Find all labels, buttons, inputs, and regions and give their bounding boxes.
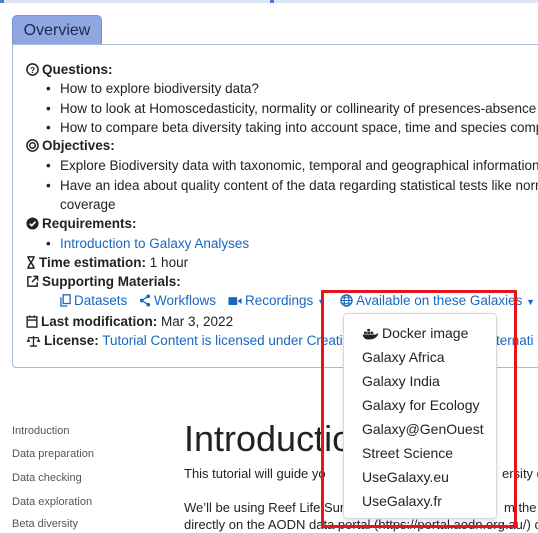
last-mod-value: Mar 3, 2022 <box>161 314 234 329</box>
objectives-heading: Objectives: <box>26 137 115 157</box>
last-modification: Last modification: Mar 3, 2022 <box>26 313 233 333</box>
requirements-heading: Requirements: <box>26 215 137 235</box>
overview-tab: Overview <box>12 15 102 44</box>
share-icon <box>139 294 151 312</box>
license-link[interactable]: Tutorial Content is licensed under Creat… <box>102 333 357 348</box>
balance-scale-icon <box>26 334 41 352</box>
check-circle-icon <box>26 217 39 235</box>
copy-icon <box>60 294 71 312</box>
supporting-heading: Supporting Materials: <box>26 273 181 293</box>
recordings-dropdown[interactable]: Recordings ▼ <box>228 292 326 312</box>
external-link-icon <box>26 275 39 293</box>
bullseye-icon <box>26 139 39 157</box>
content-paragraph: This tutorial will guide yo <box>184 466 326 481</box>
objectives-label: Objectives: <box>42 138 115 153</box>
questions-heading: ? Questions: <box>26 61 113 81</box>
svg-text:?: ? <box>30 65 35 75</box>
objective-item-continued: coverage <box>60 197 116 212</box>
workflows-link[interactable]: Workflows <box>139 292 216 312</box>
supporting-label: Supporting Materials: <box>42 274 181 289</box>
sidebar-item-data-checking[interactable]: Data checking <box>12 471 82 485</box>
questions-label: Questions: <box>42 62 113 77</box>
time-value: 1 hour <box>149 255 189 270</box>
sidebar-item-data-preparation[interactable]: Data preparation <box>12 447 94 461</box>
license: License: Tutorial Content is licensed un… <box>26 332 357 352</box>
sidebar-item-data-exploration[interactable]: Data exploration <box>12 495 92 509</box>
hourglass-icon <box>26 256 36 274</box>
last-mod-label: Last modification: <box>41 314 158 329</box>
license-label: License: <box>44 333 99 348</box>
datasets-link[interactable]: Datasets <box>60 292 127 312</box>
time-label: Time estimation: <box>39 255 147 270</box>
sidebar-item-beta-diversity[interactable]: Beta diversity <box>12 517 78 531</box>
calendar-icon <box>26 315 38 333</box>
requirements-label: Requirements: <box>42 216 137 231</box>
top-border <box>0 0 538 3</box>
time-estimation: Time estimation: 1 hour <box>26 254 188 274</box>
galaxy-intro-link[interactable]: Introduction to Galaxy Analyses <box>60 235 249 253</box>
video-icon <box>228 294 242 312</box>
caret-down-icon: ▼ <box>526 297 536 307</box>
sidebar-item-introduction[interactable]: Introduction <box>12 424 69 438</box>
highlight-box <box>321 290 517 528</box>
question-circle-icon: ? <box>26 63 39 81</box>
